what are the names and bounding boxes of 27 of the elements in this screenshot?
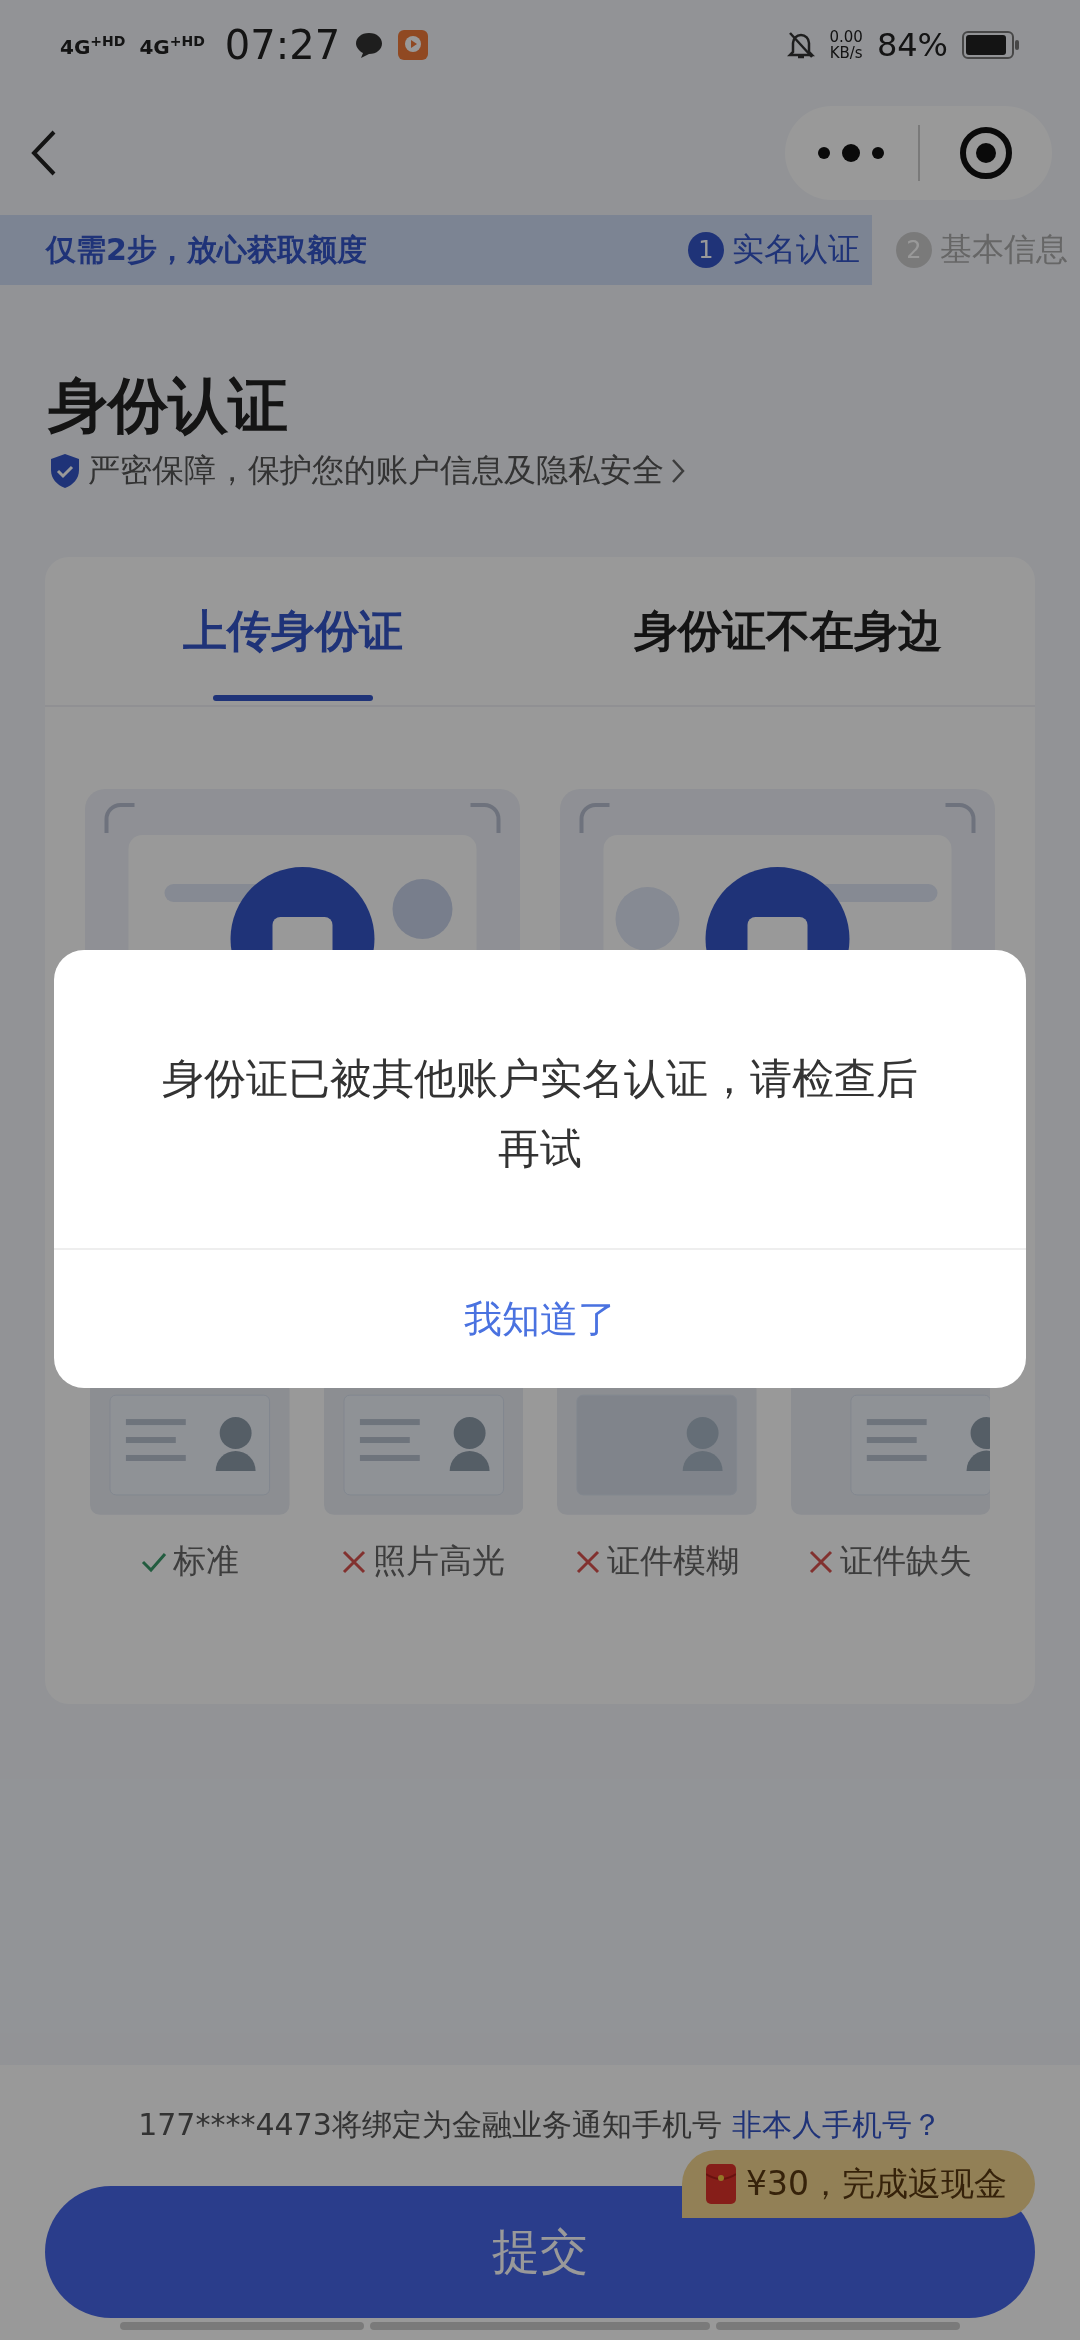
signal-label: 4G$^{+HD}$ <box>139 33 205 57</box>
signal-label: 4G$^{+HD}$ <box>60 33 126 57</box>
sample-label: 照片高光 <box>373 1540 506 1582</box>
target-icon[interactable] <box>958 125 1013 180</box>
sample-label: 证件模糊 <box>606 1540 739 1582</box>
tab[interactable]: 上传身份证 <box>45 557 540 705</box>
banner-slogan: 仅需2步，放心获取额度 <box>46 230 368 269</box>
phone-notice: 177****4473将绑定为金融业务通知手机号 <box>138 2106 722 2144</box>
dialog-message: 身份证已被其他账户实名认证，请检查后再试 <box>54 950 1026 1250</box>
envelope-icon <box>706 2164 736 2204</box>
sample-label: 证件缺失 <box>840 1540 973 1582</box>
not-my-phone-link[interactable]: 非本人手机号？ <box>731 2105 942 2146</box>
page-title: 身份认证 <box>48 369 289 441</box>
battery-percent: 84% <box>876 26 948 64</box>
shield-check-icon <box>48 452 82 490</box>
tab[interactable]: 身份证不在身边 <box>540 557 1035 705</box>
speed-value: 0.00 <box>829 28 863 45</box>
battery-icon <box>962 30 1020 60</box>
app-icon <box>398 30 429 60</box>
privacy-notice[interactable]: 严密保障，保护您的账户信息及隐私安全 <box>88 449 664 493</box>
sample-label: 标准 <box>172 1540 239 1582</box>
chat-bubble-icon <box>354 31 385 59</box>
dialog-ok-button[interactable]: 我知道了 <box>54 1250 1026 1388</box>
speed-unit: KB/s <box>829 45 863 62</box>
mute-bell-icon <box>787 30 816 60</box>
more-icon[interactable] <box>816 142 887 163</box>
clock: 07:27 <box>224 22 341 68</box>
